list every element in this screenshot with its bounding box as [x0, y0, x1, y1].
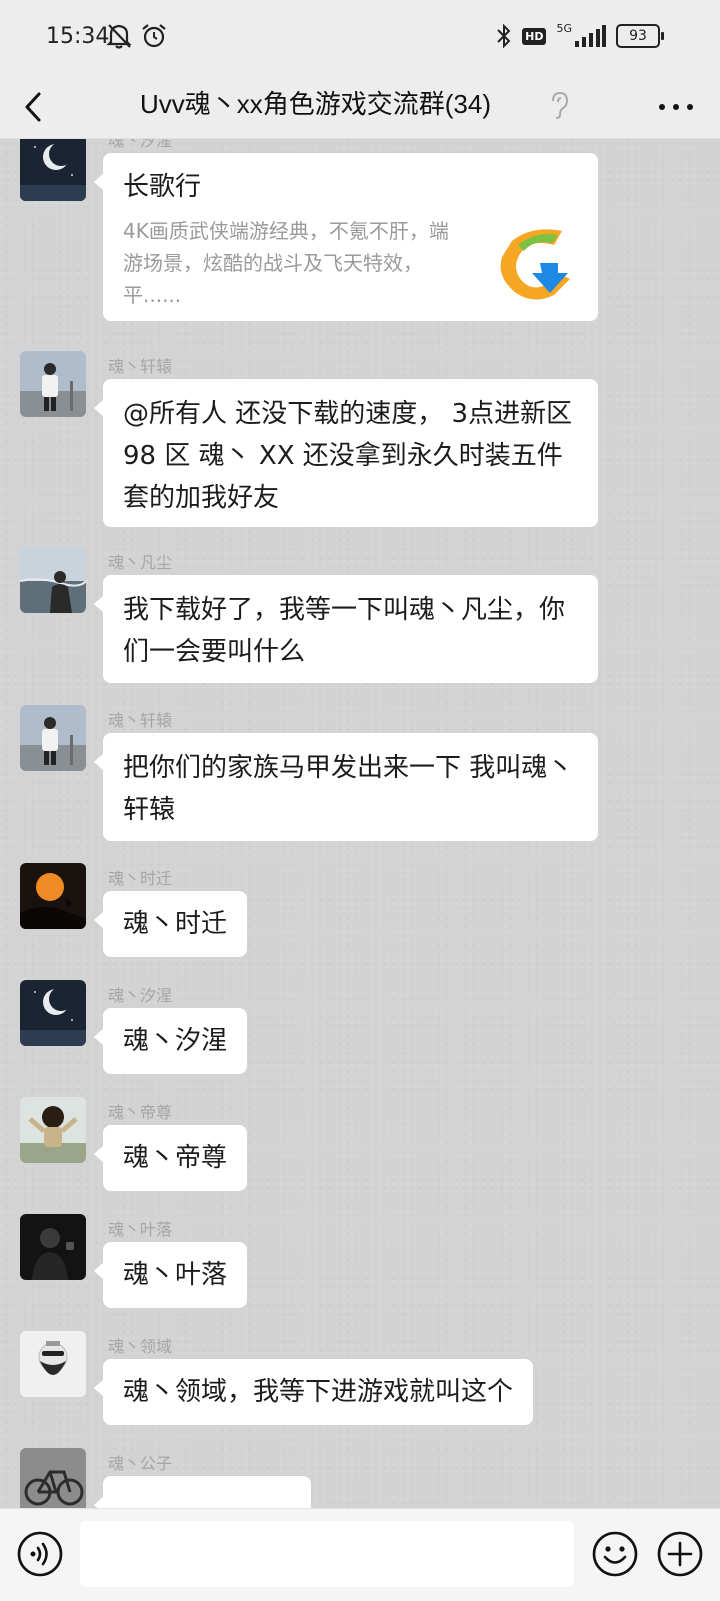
sunset-avatar-image — [20, 863, 86, 929]
voice-input-icon[interactable] — [16, 1530, 64, 1578]
dark-portrait-avatar-image — [20, 1214, 86, 1280]
seaside-avatar-image — [20, 547, 86, 613]
message-bubble[interactable]: 魂丶汐湦 — [93, 1008, 248, 1074]
message-bubble[interactable]: 魂丶帝尊 — [93, 1125, 248, 1191]
emoji-icon[interactable] — [591, 1530, 639, 1578]
moon-avatar-image — [20, 980, 86, 1046]
avatar[interactable] — [20, 351, 86, 417]
sender-name: 魂丶汐湦 — [108, 986, 173, 1005]
bearded-man-avatar-image — [20, 1331, 86, 1397]
bell-muted-icon — [106, 24, 132, 49]
sender-name: 魂丶时迁 — [108, 869, 173, 888]
avatar[interactable] — [20, 980, 86, 1046]
person-avatar-image — [20, 705, 86, 771]
message-bubble[interactable]: 魂丶时迁 — [93, 891, 248, 957]
sender-name: 魂丶叶落 — [108, 1220, 173, 1239]
chat-header: Uvv魂丶xx角色游戏交流群(34) — [0, 78, 720, 139]
signal-icon — [575, 25, 606, 47]
ear-icon — [552, 91, 569, 119]
group-title: Uvv魂丶xx角色游戏交流群(34) — [140, 89, 492, 119]
game-logo-icon — [500, 229, 570, 300]
message-input[interactable] — [80, 1521, 574, 1587]
message-bubble[interactable] — [94, 1476, 311, 1508]
message-bubble[interactable]: 我下载好了，我等一下叫魂丶凡尘，你们一会要叫什么 — [94, 575, 598, 683]
message-bubble[interactable]: 魂丶叶落 — [93, 1242, 248, 1308]
bicycle-avatar-image — [20, 1448, 86, 1508]
message-bubble[interactable]: @所有人 还没下载的速度， 3点进新区 98 区 魂丶 XX 还没拿到永久时装五… — [94, 379, 598, 527]
bluetooth-icon — [497, 23, 511, 49]
avatar[interactable] — [20, 547, 86, 613]
moon-avatar-image — [20, 139, 86, 201]
chat-message-list[interactable]: 魂丶汐湦 长歌行 4K画质武侠端游经典，不氪不肝，端游场景，炫酷的战斗及飞天特效… — [0, 139, 720, 1508]
avatar[interactable] — [20, 705, 86, 771]
avatar[interactable] — [20, 1097, 86, 1163]
avatar[interactable] — [20, 139, 86, 201]
status-time: 15:34 — [46, 24, 110, 49]
status-left-icons — [106, 22, 168, 50]
alarm-clock-icon — [142, 24, 166, 48]
sender-name: 魂丶领域 — [108, 1337, 173, 1356]
child-avatar-image — [20, 1097, 86, 1163]
status-bar: 15:34 HD 5G 93 — [0, 0, 720, 78]
card-title: 长歌行 — [123, 172, 202, 202]
more-options-icon[interactable] — [656, 92, 696, 122]
network-label: 5G — [556, 21, 572, 35]
message-bubble[interactable]: 把你们的家族马甲发出来一下 我叫魂丶轩辕 — [94, 733, 598, 841]
input-bar — [0, 1508, 720, 1601]
sender-name: 魂丶轩辕 — [108, 711, 173, 730]
mini-program-card[interactable]: 长歌行 4K画质武侠端游经典，不氪不肝，端游场景，炫酷的战斗及飞天特效，平...… — [94, 153, 598, 321]
sender-name: 魂丶帝尊 — [108, 1103, 173, 1122]
avatar[interactable] — [20, 863, 86, 929]
person-avatar-image — [20, 351, 86, 417]
sender-name: 魂丶轩辕 — [108, 357, 173, 376]
back-arrow-icon[interactable] — [18, 90, 52, 124]
sender-name: 魂丶凡尘 — [108, 553, 173, 572]
avatar[interactable] — [20, 1214, 86, 1280]
card-description: 4K画质武侠端游经典，不氪不肝，端游场景，炫酷的战斗及飞天特效，平...... — [123, 219, 449, 307]
hd-badge: HD — [522, 27, 547, 45]
status-right-icons: HD 5G 93 — [496, 21, 664, 49]
battery-icon: 93 — [616, 24, 664, 48]
avatar[interactable] — [20, 1331, 86, 1397]
message-bubble[interactable]: 魂丶领域，我等下进游戏就叫这个 — [93, 1359, 534, 1425]
avatar[interactable] — [20, 1448, 86, 1508]
add-more-icon[interactable] — [656, 1530, 704, 1578]
sender-name: 魂丶汐湦 — [108, 139, 173, 150]
sender-name: 魂丶公子 — [108, 1454, 173, 1473]
